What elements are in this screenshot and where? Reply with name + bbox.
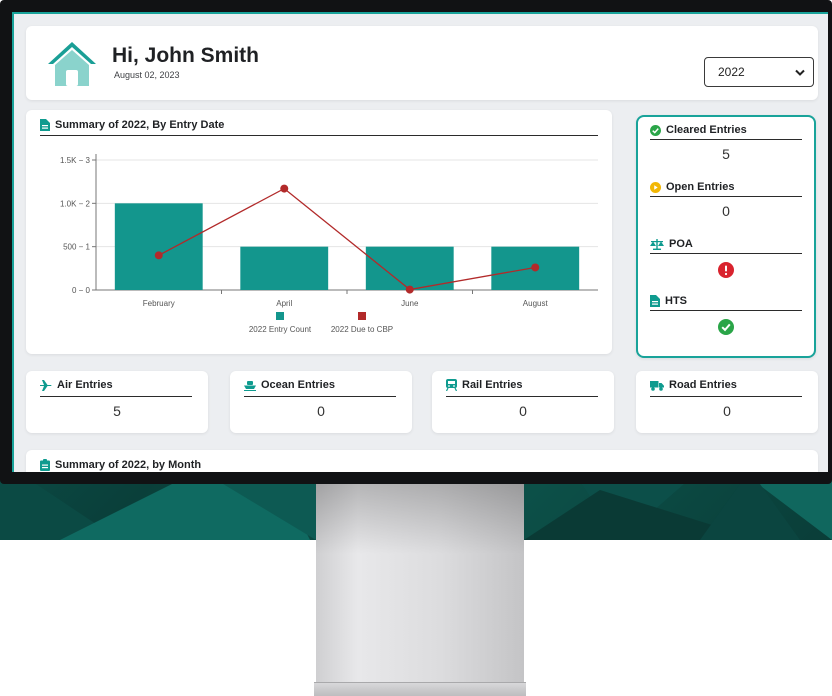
home-icon [48, 42, 96, 86]
open-entries-value: 0 [722, 203, 730, 219]
point-due-to-cbp [280, 184, 289, 193]
play-circle-icon [650, 181, 661, 193]
clipboard-icon [40, 459, 50, 471]
road-entries-card: Road Entries 0 [636, 371, 818, 433]
truck-icon [650, 380, 664, 391]
check-circle-icon [650, 124, 661, 136]
hts-block: HTS [650, 294, 802, 335]
air-entries-value: 5 [113, 403, 121, 419]
hts-title: HTS [665, 295, 687, 307]
point-due-to-cbp [154, 251, 163, 260]
air-entries-title: Air Entries [57, 379, 113, 391]
road-entries-value: 0 [723, 403, 731, 419]
monitor-stand-base [314, 682, 526, 696]
y-axis-tick-label: 0 − 0 [72, 286, 91, 295]
entry-date-chart-card: Summary of 2022, By Entry Date 0 − 0 500 … [26, 110, 612, 354]
poa-block: POA [650, 237, 802, 278]
x-axis-tick-label: April [276, 299, 292, 308]
point-due-to-cbp [531, 263, 540, 272]
monitor-bezel: Hi, John Smith August 02, 2023 2022 Summ… [0, 0, 832, 484]
air-entries-card: Air Entries 5 [26, 371, 208, 433]
rail-entries-card: Rail Entries 0 [432, 371, 614, 433]
ocean-entries-title: Ocean Entries [261, 379, 335, 391]
legend-label: 2022 Due to CBP [331, 325, 393, 334]
plane-icon [40, 379, 52, 391]
scales-icon [650, 238, 664, 250]
cleared-entries-block: Cleared Entries 5 [650, 123, 802, 166]
bar-entry-count [114, 203, 203, 290]
road-entries-title: Road Entries [669, 379, 737, 391]
greeting-title: Hi, John Smith [112, 44, 259, 67]
open-entries-title: Open Entries [666, 181, 735, 193]
dashboard-screen: Hi, John Smith August 02, 2023 2022 Summ… [12, 12, 828, 472]
monitor-stand-shadow [316, 484, 524, 554]
legend-swatch [276, 312, 284, 320]
ocean-entries-card: Ocean Entries 0 [230, 371, 412, 433]
y-axis-tick-label: 1.0K − 2 [60, 199, 91, 208]
y-axis-tick-label: 500 − 1 [63, 243, 90, 252]
poa-title: POA [669, 238, 693, 250]
legend-label: 2022 Entry Count [249, 325, 312, 334]
x-axis-tick-label: February [143, 299, 175, 308]
point-due-to-cbp [405, 285, 414, 294]
year-select[interactable]: 2022 [704, 57, 814, 87]
open-entries-block: Open Entries 0 [650, 180, 802, 223]
exclamation-circle-icon [718, 262, 734, 278]
rail-entries-title: Rail Entries [462, 379, 523, 391]
cleared-entries-value: 5 [722, 146, 730, 162]
legend-swatch [358, 312, 366, 320]
welcome-header-card: Hi, John Smith August 02, 2023 2022 [26, 26, 818, 100]
cleared-entries-title: Cleared Entries [666, 124, 747, 136]
y-axis-tick-label: 1.5K − 3 [60, 156, 91, 165]
year-select-value: 2022 [718, 65, 745, 79]
current-date: August 02, 2023 [114, 70, 180, 80]
x-axis-tick-label: June [401, 299, 419, 308]
month-summary-title: Summary of 2022, by Month [55, 459, 202, 471]
ship-icon [244, 380, 256, 391]
rail-entries-value: 0 [519, 403, 527, 419]
ocean-entries-value: 0 [317, 403, 325, 419]
entry-status-card: Cleared Entries 5 Open Entries 0 POA HTS [636, 115, 816, 358]
entry-date-chart: 0 − 0 500 − 1 1.0K − 2 1.5K − 3 February Apri… [60, 154, 598, 334]
month-summary-card: Summary of 2022, by Month [26, 450, 818, 472]
document-icon [650, 295, 660, 307]
chevron-down-icon [795, 69, 805, 76]
x-axis-tick-label: August [523, 299, 549, 308]
train-icon [446, 379, 457, 391]
check-circle-icon [718, 319, 734, 335]
bar-entry-count [240, 246, 329, 290]
